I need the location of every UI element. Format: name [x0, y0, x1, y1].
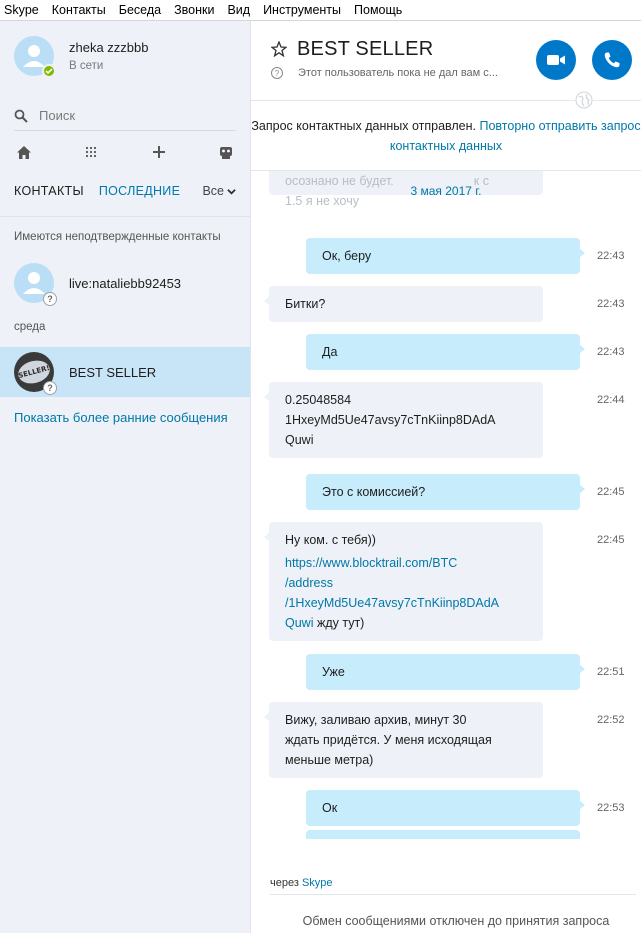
- message-time: 22:51: [597, 666, 625, 678]
- date-separator: 3 мая 2017 г.: [410, 184, 482, 198]
- day-label: среда: [14, 321, 46, 333]
- unknown-status-icon: ?: [43, 381, 57, 395]
- via-prefix: через: [270, 877, 299, 889]
- filter-label: Все: [202, 184, 224, 198]
- message-outgoing-partial: [306, 830, 580, 839]
- via-skype-link[interactable]: Skype: [302, 877, 333, 889]
- search-box[interactable]: Поиск: [14, 101, 236, 131]
- chat-header: BEST SELLER ? Этот пользователь пока не …: [251, 21, 641, 109]
- message-time: 22:43: [597, 346, 625, 358]
- chat-panel: BEST SELLER ? Этот пользователь пока не …: [251, 21, 641, 933]
- sidebar-tabs: КОНТАКТЫ ПОСЛЕДНИЕ Все: [14, 184, 236, 198]
- divider: [270, 894, 636, 895]
- message-outgoing: Да: [306, 334, 585, 370]
- message-text: ждать придётся. У меня исходящая: [285, 733, 492, 747]
- message-outgoing: Уже: [306, 654, 585, 690]
- message-outgoing: Ок: [306, 790, 585, 826]
- message-incoming: Ну ком. с тебя)) https://www.blocktrail.…: [264, 522, 543, 641]
- menu-skype[interactable]: Skype: [4, 3, 39, 17]
- chat-subtitle: ? Этот пользователь пока не дал вам с...: [271, 67, 498, 79]
- message-text: Вижу, заливаю архив, минут 30: [285, 713, 467, 727]
- message-text: Да: [322, 345, 338, 359]
- message-text: Ну ком. с тебя)): [285, 533, 376, 547]
- pending-contacts-label: Имеются неподтвержденные контакты: [14, 231, 221, 243]
- chevron-down-icon: [227, 188, 236, 195]
- avatar[interactable]: [14, 36, 56, 78]
- home-icon[interactable]: [14, 142, 34, 162]
- message-time: 22:45: [597, 486, 625, 498]
- message-text: Ок, беру: [322, 249, 372, 263]
- search-icon: [14, 109, 28, 123]
- video-call-button[interactable]: [536, 40, 576, 80]
- menu-help[interactable]: Помощь: [354, 3, 402, 17]
- best-seller-avatar: SELLER! ?: [14, 352, 57, 395]
- message-text: Битки?: [285, 297, 326, 311]
- avatar: ?: [14, 263, 57, 306]
- message-text: 1HxeyMd5Ue47avsy7cTnKiinp8DAdA: [285, 413, 496, 427]
- audio-call-button[interactable]: [592, 40, 632, 80]
- message-text: Quwi: [285, 433, 314, 447]
- message-text: жду тут): [313, 616, 365, 630]
- message-incoming: Вижу, заливаю архив, минут 30 ждать прид…: [264, 702, 543, 778]
- message-text: Уже: [322, 665, 345, 679]
- dialpad-icon[interactable]: [81, 142, 101, 162]
- contact-request-notice: Запрос контактных данных отправлен. Повт…: [251, 116, 641, 156]
- message-text: Это с комиссией?: [322, 485, 426, 499]
- contact-item-pending[interactable]: ? live:nataliebb92453: [0, 258, 250, 308]
- online-status-icon: [42, 64, 56, 78]
- message-link[interactable]: /1HxeyMd5Ue47avsy7cTnKiinp8DAdA: [285, 596, 499, 610]
- menu-contacts[interactable]: Контакты: [52, 3, 106, 17]
- tab-contacts[interactable]: КОНТАКТЫ: [14, 184, 84, 198]
- messaging-disabled-notice: Обмен сообщениями отключен до принятия з…: [302, 914, 610, 928]
- message-outgoing: Это с комиссией?: [306, 474, 585, 510]
- menu-tools[interactable]: Инструменты: [263, 3, 341, 17]
- tab-recent[interactable]: ПОСЛЕДНИЕ: [99, 184, 180, 198]
- sidebar: zheka zzzbbb В сети Поиск КОНТАКТЫ ПОСЛЕ…: [0, 21, 251, 933]
- message-text: меньше метра): [285, 753, 374, 767]
- contact-item-best-seller[interactable]: SELLER! ? BEST SELLER: [0, 347, 250, 397]
- message-time: 22:43: [597, 298, 625, 310]
- search-input[interactable]: Поиск: [39, 108, 75, 123]
- message-time: 22:43: [597, 250, 625, 262]
- contact-name: BEST SELLER: [69, 364, 157, 380]
- message-outgoing: Ок, беру: [306, 238, 585, 274]
- message-incoming: 0.25048584 1HxeyMd5Ue47avsy7cTnKiinp8DAd…: [264, 382, 543, 458]
- profile-name: zheka zzzbbb: [69, 40, 149, 55]
- globe-icon: [575, 91, 593, 109]
- message-link[interactable]: Quwi: [285, 616, 313, 630]
- profile-status: В сети: [69, 60, 104, 72]
- message-time: 22:52: [597, 714, 625, 726]
- info-icon: ?: [271, 67, 283, 79]
- menu-bar: Skype Контакты Беседа Звонки Вид Инструм…: [0, 0, 641, 21]
- divider: [0, 216, 250, 217]
- add-icon[interactable]: [149, 142, 169, 162]
- message-time: 22:53: [597, 802, 625, 814]
- message-time: 22:44: [597, 394, 625, 406]
- profile[interactable]: zheka zzzbbb В сети: [14, 36, 149, 78]
- show-earlier-messages-link[interactable]: Показать более ранние сообщения: [14, 410, 228, 425]
- chat-title: BEST SELLER: [297, 38, 434, 60]
- chat-subtitle-text: Этот пользователь пока не дал вам с...: [298, 67, 498, 79]
- via-skype-label: через Skype: [270, 877, 333, 889]
- phone-icon: [604, 52, 620, 68]
- message-list[interactable]: осознано не будет. к с 1.5 я не хочу 3 ма…: [251, 171, 641, 839]
- message-link[interactable]: /address: [285, 576, 333, 590]
- bot-icon[interactable]: [216, 142, 236, 162]
- unknown-status-icon: ?: [43, 292, 57, 306]
- contact-name: live:nataliebb92453: [69, 275, 182, 291]
- message-text: Ок: [322, 801, 338, 815]
- filter-dropdown[interactable]: Все: [202, 184, 236, 198]
- video-camera-icon: [547, 55, 565, 65]
- menu-conversation[interactable]: Беседа: [119, 3, 161, 17]
- message-link[interactable]: https://www.blocktrail.com/BTC: [285, 556, 457, 570]
- menu-view[interactable]: Вид: [227, 3, 250, 17]
- message-text: 0.25048584: [285, 393, 352, 407]
- message-incoming: Битки?: [264, 286, 543, 322]
- menu-calls[interactable]: Звонки: [174, 3, 214, 17]
- star-icon[interactable]: [271, 41, 287, 57]
- sidebar-toolbar: [14, 141, 236, 163]
- message-time: 22:45: [597, 534, 625, 546]
- notice-text: Запрос контактных данных отправлен.: [251, 119, 477, 133]
